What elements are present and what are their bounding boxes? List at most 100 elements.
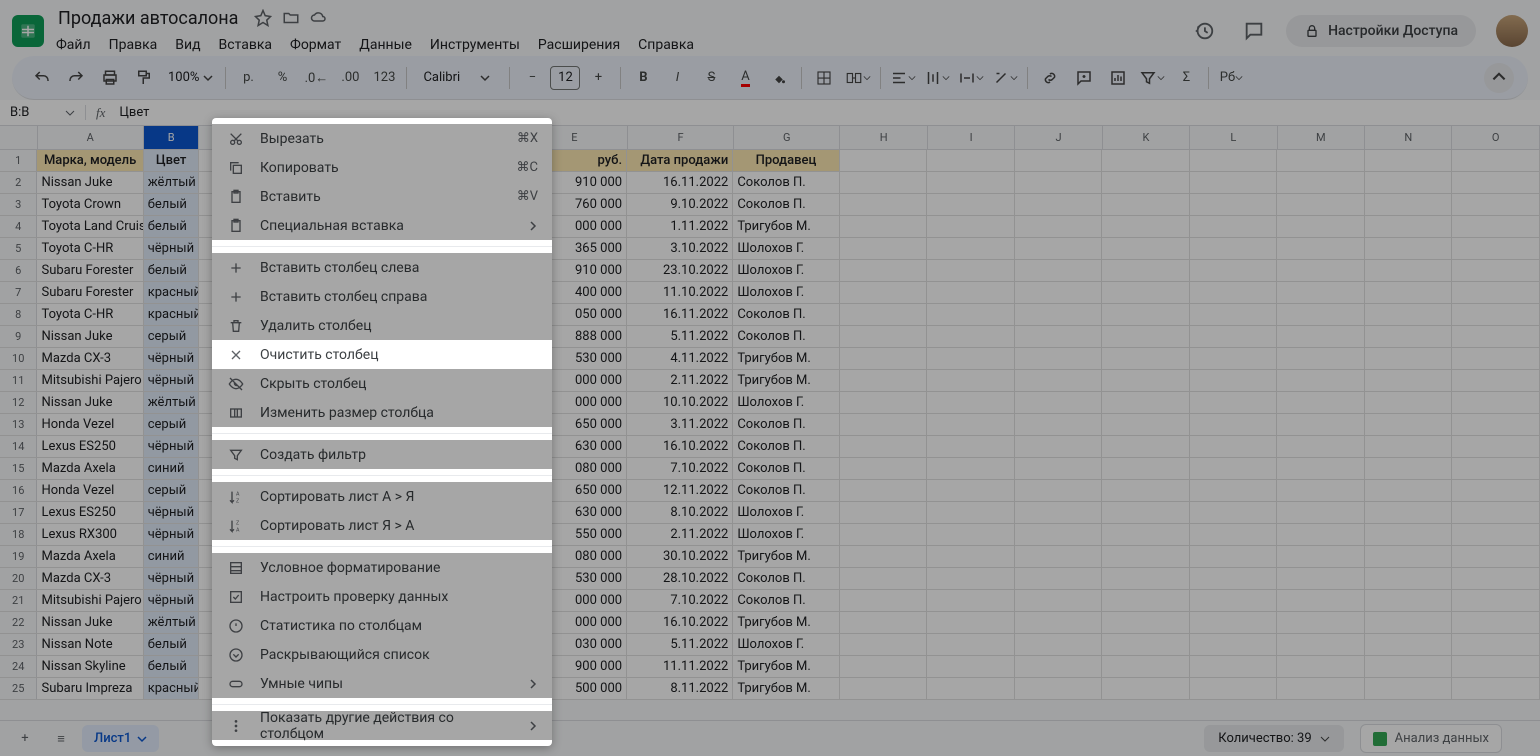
cell[interactable] [1277,634,1365,655]
cell[interactable]: Шолохов Г. [733,238,839,259]
row-header[interactable]: 3 [0,194,37,215]
cell[interactable] [927,194,1015,215]
cell[interactable]: чёрный [144,524,200,545]
cell[interactable] [1365,238,1453,259]
cell[interactable]: 2.11.2022 [627,524,733,545]
row-header[interactable]: 9 [0,326,37,347]
cell[interactable] [1365,216,1453,237]
cell[interactable] [1365,304,1453,325]
cell[interactable] [1102,546,1190,567]
cell[interactable] [1452,414,1540,435]
cell[interactable] [1015,370,1103,391]
cell[interactable] [1015,304,1103,325]
column-header-K[interactable]: K [1103,126,1190,149]
column-header-B[interactable]: B [144,126,200,149]
cell[interactable]: Nissan Skyline [37,656,143,677]
cell[interactable]: 12.11.2022 [627,480,733,501]
cell[interactable] [840,414,928,435]
cell[interactable] [1015,524,1103,545]
cell[interactable]: Toyota Land Cruiser [37,216,143,237]
cell[interactable] [1277,194,1365,215]
row-header[interactable]: 6 [0,260,37,281]
cell[interactable] [1190,326,1278,347]
cell[interactable]: Соколов П. [733,436,839,457]
cell[interactable] [1102,304,1190,325]
cell[interactable]: чёрный [144,436,200,457]
cell[interactable] [1277,282,1365,303]
cell[interactable] [927,480,1015,501]
cell[interactable] [927,414,1015,435]
cell[interactable]: Mitsubishi Pajero [37,370,143,391]
cloud-status-icon[interactable] [310,9,328,27]
cell[interactable] [1015,392,1103,413]
cell[interactable]: Mitsubishi Pajero [37,590,143,611]
cell[interactable] [927,370,1015,391]
cell[interactable] [1190,590,1278,611]
print-button[interactable] [94,63,126,93]
menu-Вставка[interactable]: Вставка [211,33,280,57]
cell[interactable] [1015,172,1103,193]
cell[interactable] [840,304,928,325]
share-button[interactable]: Настройки Доступа [1286,15,1476,47]
cell[interactable]: 11.10.2022 [627,282,733,303]
cell[interactable] [1365,546,1453,567]
cell[interactable]: Тригубов М. [733,348,839,369]
column-header-H[interactable]: H [840,126,927,149]
cell[interactable]: Nissan Juke [37,392,143,413]
cell[interactable]: Шолохов Г. [733,524,839,545]
cell[interactable] [1015,546,1103,567]
cell[interactable] [1015,150,1103,171]
cell[interactable]: чёрный [144,568,200,589]
row-header[interactable]: 25 [0,678,37,699]
cell[interactable] [1452,634,1540,655]
cell[interactable] [840,348,928,369]
cell[interactable] [1452,436,1540,457]
cell[interactable] [840,634,928,655]
cell[interactable] [927,172,1015,193]
cell[interactable]: 2.11.2022 [627,370,733,391]
cell[interactable]: Subaru Forester [37,260,143,281]
cell[interactable] [1277,546,1365,567]
cell[interactable] [1277,590,1365,611]
cell[interactable] [1102,392,1190,413]
ctx-Скрыть столбец[interactable]: Скрыть столбец [212,369,552,398]
link-button[interactable] [1034,63,1066,93]
cell[interactable]: красный [144,304,200,325]
cell[interactable] [1102,656,1190,677]
cell[interactable] [1190,458,1278,479]
font-select[interactable]: Calibri [413,70,503,85]
cell[interactable] [1452,612,1540,633]
ctx-Раскрывающийся список[interactable]: Раскрывающийся список [212,640,552,669]
cell[interactable] [1102,436,1190,457]
cell[interactable] [840,590,928,611]
cell[interactable]: серый [144,414,200,435]
cell[interactable]: Nissan Note [37,634,143,655]
cell[interactable]: Шолохов Г. [733,260,839,281]
cell[interactable]: чёрный [144,348,200,369]
row-header[interactable]: 16 [0,480,37,501]
analyze-data-button[interactable]: Анализ данных [1360,724,1502,753]
percent-button[interactable]: % [266,63,298,93]
column-header-F[interactable]: F [628,126,734,149]
cell[interactable] [1102,216,1190,237]
cell[interactable] [840,370,928,391]
cell[interactable] [1102,634,1190,655]
cell[interactable]: 30.10.2022 [627,546,733,567]
collapse-toolbar-button[interactable] [1484,63,1514,93]
cell[interactable] [927,502,1015,523]
cell[interactable]: жёлтый [144,612,200,633]
sheet-tab[interactable]: Лист1 [82,725,159,752]
menu-Правка[interactable]: Правка [101,33,166,57]
cell[interactable] [1015,282,1103,303]
cell[interactable] [1277,458,1365,479]
cell[interactable] [1452,590,1540,611]
cell[interactable]: 11.11.2022 [627,656,733,677]
cell[interactable] [1452,282,1540,303]
ctx-Показать другие действия со столбцом[interactable]: Показать другие действия со столбцом [212,711,552,740]
row-header[interactable]: 7 [0,282,37,303]
cell[interactable] [1102,480,1190,501]
cell[interactable] [1452,172,1540,193]
redo-button[interactable] [60,63,92,93]
cell[interactable] [927,612,1015,633]
cell[interactable] [1365,436,1453,457]
